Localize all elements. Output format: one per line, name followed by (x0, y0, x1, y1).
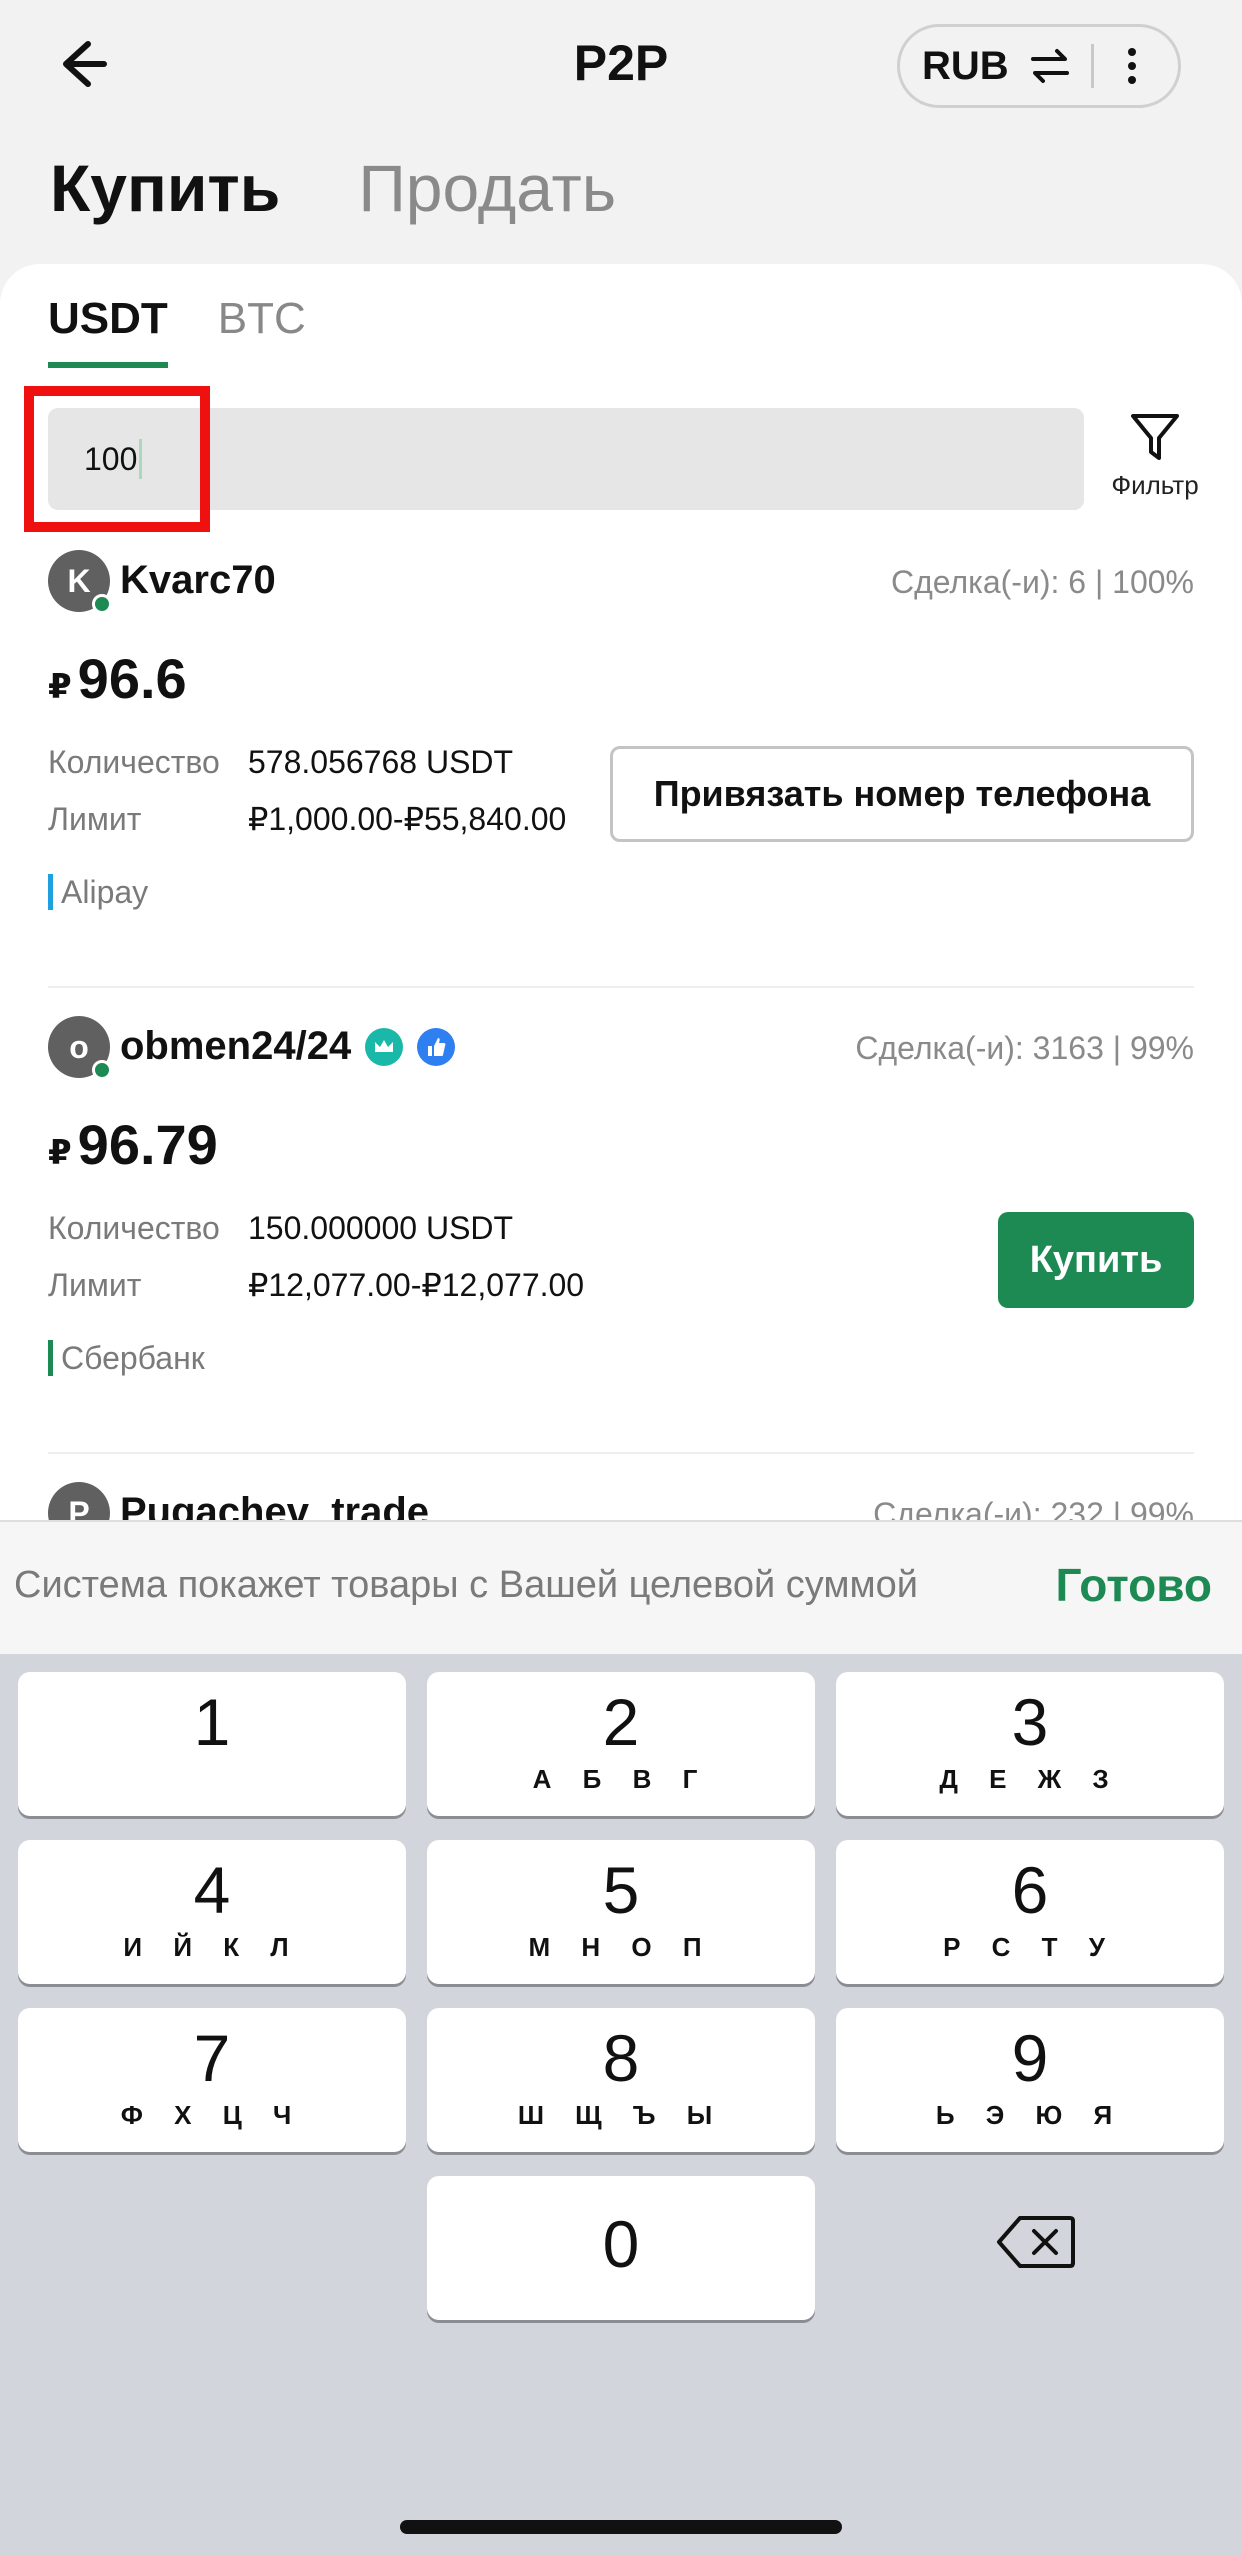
key-letters: Ш Щ Ъ Ы (517, 2100, 725, 2130)
ruble-sign: ₽ (48, 1134, 72, 1172)
funnel-icon (1131, 414, 1179, 460)
crown-badge-icon (365, 1027, 404, 1066)
thumbs-up-badge-icon (417, 1027, 456, 1066)
limit-value: ₽12,077.00-₽12,077.00 (248, 1267, 585, 1303)
key-digit: 4 (193, 1853, 231, 1927)
payment-method: Сбербанк (48, 1340, 205, 1376)
key-digit: 8 (602, 2021, 640, 2095)
filter-label: Фильтр (1111, 470, 1199, 500)
quantity-row: Количество 578.056768 USDT (48, 744, 513, 781)
highlight-box (24, 386, 210, 532)
online-dot (92, 1060, 112, 1080)
key-digit: 5 (602, 1853, 640, 1927)
key-3[interactable]: 3 Д Е Ж З (836, 1672, 1224, 1816)
offers-list: K Kvarc70 Сделка(-и): 6 | 100% ₽ 96.6 Ко… (48, 550, 1194, 1564)
key-letters: Ф Х Ц Ч (120, 2100, 304, 2130)
price-value: 96.79 (77, 1113, 218, 1176)
quantity-value: 150.000000 USDT (248, 1210, 514, 1246)
link-phone-button[interactable]: Привязать номер телефона (610, 746, 1194, 842)
quantity-label: Количество (48, 744, 220, 780)
limit-value: ₽1,000.00-₽55,840.00 (248, 801, 567, 837)
key-2[interactable]: 2 А Б В Г (427, 1672, 815, 1816)
key-letters: Д Е Ж З (939, 1764, 1121, 1794)
limit-label: Лимит (48, 801, 142, 837)
divider (1090, 44, 1094, 88)
offer-price: ₽ 96.79 (48, 1112, 218, 1177)
merchant-name[interactable]: obmen24/24 (120, 1024, 456, 1069)
coin-tabs: USDT BTC (48, 294, 356, 368)
key-7[interactable]: 7 Ф Х Ц Ч (18, 2008, 406, 2152)
key-digit: 9 (1011, 2021, 1049, 2095)
key-letters: М Н О П (528, 1932, 714, 1962)
key-4[interactable]: 4 И Й К Л (18, 1840, 406, 1984)
key-0[interactable]: 0 (427, 2176, 815, 2320)
keyboard-accessory-bar: Система покажет товары с Вашей целевой с… (0, 1520, 1242, 1654)
key-digit: 0 (602, 2207, 640, 2281)
limit-row: Лимит ₽1,000.00-₽55,840.00 (48, 800, 566, 838)
deal-stats: Сделка(-и): 6 | 100% (890, 564, 1194, 600)
key-digit: 2 (602, 1685, 640, 1759)
merchant-name-text: obmen24/24 (120, 1024, 352, 1068)
offer-price: ₽ 96.6 (48, 646, 187, 711)
swap-arrows-icon (1030, 49, 1069, 83)
key-9[interactable]: 9 Ь Э Ю Я (836, 2008, 1224, 2152)
key-digit: 7 (193, 2021, 231, 2095)
merchant-name-text: Kvarc70 (120, 558, 276, 602)
key-letters: Р С Т У (943, 1932, 1117, 1962)
key-6[interactable]: 6 Р С Т У (836, 1840, 1224, 1984)
vertical-dots-icon[interactable] (1112, 36, 1152, 96)
deal-stats: Сделка(-и): 3163 | 99% (855, 1030, 1194, 1066)
limit-label: Лимит (48, 1267, 142, 1303)
key-digit: 3 (1011, 1685, 1049, 1759)
tab-buy[interactable]: Купить (50, 150, 280, 226)
list-item: o obmen24/24 Сделка(-и): 3163 | 99% ₽ 96… (48, 1016, 1194, 1454)
merchant-name[interactable]: Kvarc70 (120, 558, 276, 603)
key-letters: И Й К Л (123, 1932, 301, 1962)
ruble-sign: ₽ (48, 668, 72, 706)
hint-text: Система покажет товары с Вашей целевой с… (14, 1564, 918, 1606)
tab-btc[interactable]: BTC (218, 294, 306, 368)
key-5[interactable]: 5 М Н О П (427, 1840, 815, 1984)
trade-mode-tabs: Купить Продать (50, 150, 616, 226)
key-digit: 1 (193, 1685, 231, 1759)
tab-usdt[interactable]: USDT (48, 294, 168, 368)
currency-selector[interactable]: RUB (897, 24, 1181, 108)
key-digit: 6 (1011, 1853, 1049, 1927)
numeric-keyboard: 1 2 А Б В Г 3 Д Е Ж З 4 И Й К Л 5 М Н О … (0, 1654, 1242, 2556)
backspace-icon[interactable] (996, 2214, 1076, 2270)
home-indicator (400, 2520, 842, 2534)
payment-method: Alipay (48, 874, 148, 910)
list-item: K Kvarc70 Сделка(-и): 6 | 100% ₽ 96.6 Ко… (48, 550, 1194, 988)
key-letters: А Б В Г (532, 1764, 710, 1794)
limit-row: Лимит ₽12,077.00-₽12,077.00 (48, 1266, 584, 1304)
quantity-label: Количество (48, 1210, 220, 1246)
filter-button[interactable]: Фильтр (1090, 410, 1220, 501)
quantity-row: Количество 150.000000 USDT (48, 1210, 513, 1247)
key-1[interactable]: 1 (18, 1672, 406, 1816)
key-8[interactable]: 8 Ш Щ Ъ Ы (427, 2008, 815, 2152)
buy-button[interactable]: Купить (998, 1212, 1194, 1308)
tab-sell[interactable]: Продать (358, 150, 616, 226)
offers-card: USDT BTC 100 Фильтр K Kvarc70 Сделка(-и)… (0, 264, 1242, 1564)
online-dot (92, 594, 112, 614)
top-bar: P2P RUB (0, 0, 1242, 150)
quantity-value: 578.056768 USDT (248, 744, 514, 780)
done-button[interactable]: Готово (1055, 1558, 1212, 1612)
key-letters: Ь Э Ю Я (935, 2100, 1125, 2130)
currency-label: RUB (922, 43, 1009, 88)
price-value: 96.6 (77, 647, 187, 710)
